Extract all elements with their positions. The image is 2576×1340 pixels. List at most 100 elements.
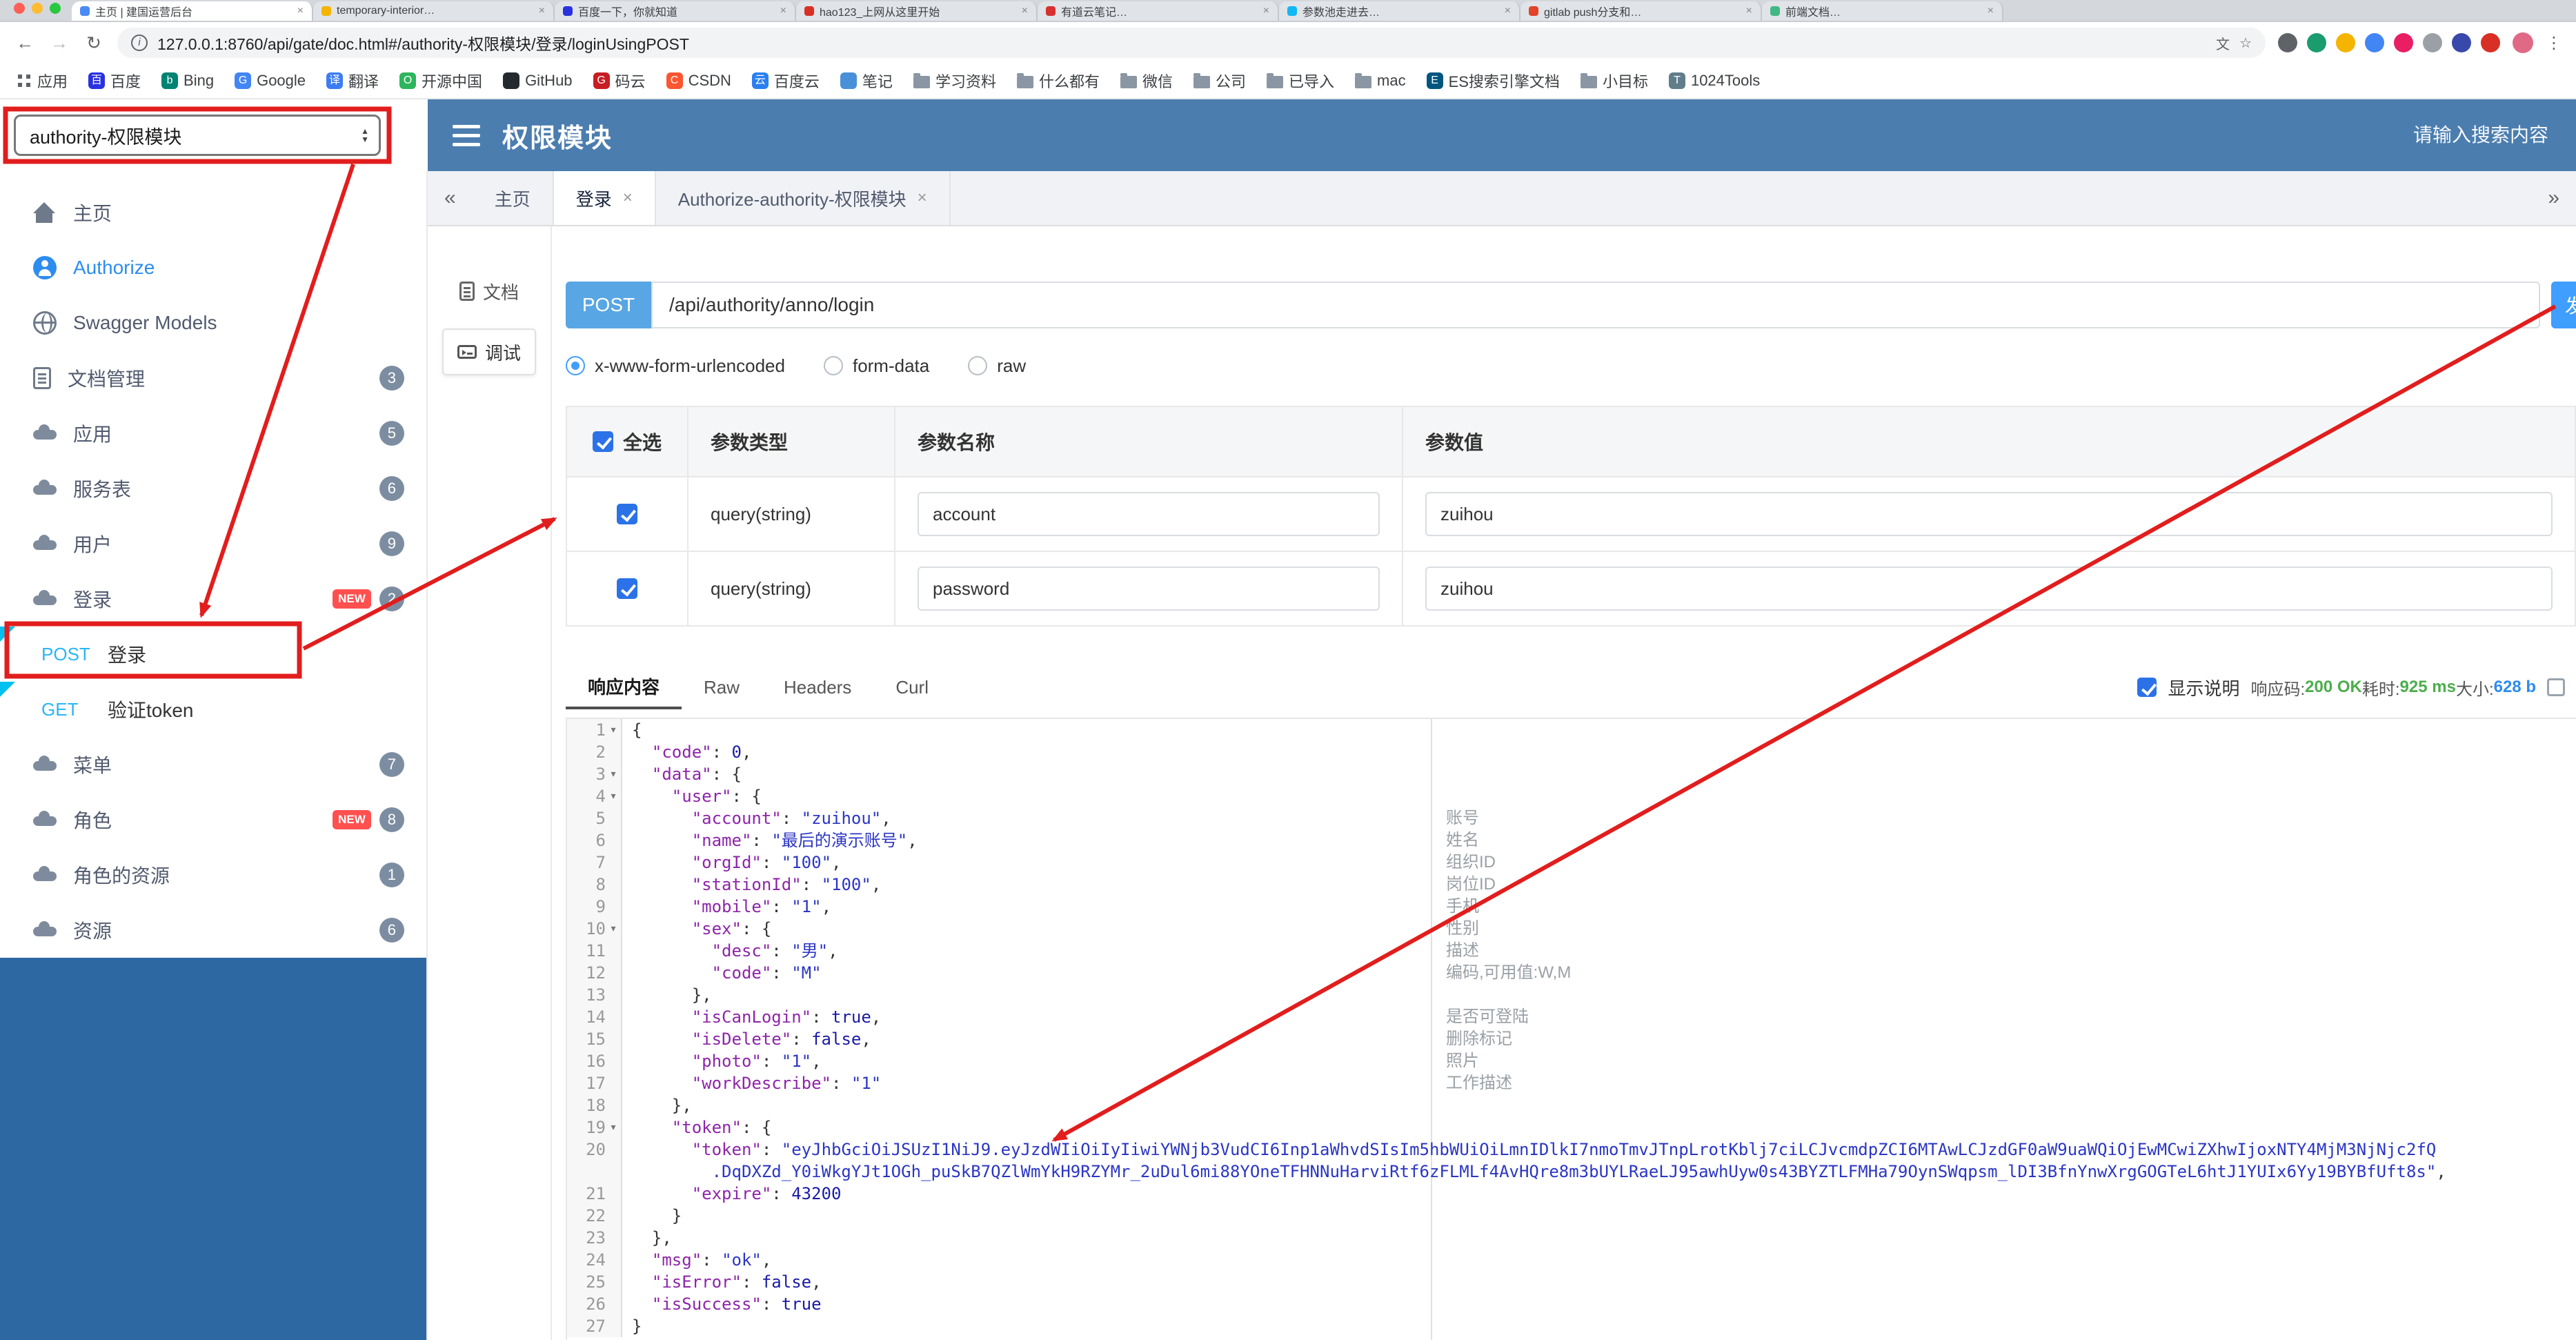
bookmark-star-icon[interactable]: ☆	[2239, 35, 2252, 52]
address-omnibox[interactable]: i 127.0.0.1:8760/api/gate/doc.html#/auth…	[117, 28, 2266, 58]
bookmark-item[interactable]: C CSDN	[666, 72, 731, 90]
bookmark-item[interactable]: mac	[1355, 72, 1406, 90]
search-input[interactable]	[2344, 123, 2551, 148]
content-type-option[interactable]: raw	[968, 355, 1026, 377]
browser-tab[interactable]: gitlab push分支和… ×	[1520, 1, 1762, 21]
extension-icon[interactable]	[2481, 33, 2500, 52]
bookmark-item[interactable]: 云百度云	[751, 70, 820, 92]
tab-close-icon[interactable]: ×	[1988, 5, 1994, 17]
browser-menu-icon[interactable]: ⋮	[2546, 33, 2562, 53]
bookmark-item[interactable]: G Google	[235, 72, 306, 90]
bookmark-item[interactable]: G 码云	[593, 70, 646, 92]
show-desc-checkbox[interactable]	[2137, 678, 2157, 697]
bookmark-item[interactable]: 应用	[17, 70, 68, 92]
browser-tab[interactable]: 参数池走进去… ×	[1279, 1, 1520, 21]
response-tab[interactable]: 响应内容	[566, 665, 682, 709]
browser-tab[interactable]: temporary-interior… ×	[313, 1, 555, 21]
tab-close-icon[interactable]: ×	[918, 188, 927, 208]
bookmark-item[interactable]: O 开源中国	[399, 70, 482, 92]
minimize-window-icon[interactable]	[32, 3, 43, 14]
checkbox-icon[interactable]	[617, 578, 637, 599]
checkbox-icon[interactable]	[617, 504, 637, 524]
tab-close-icon[interactable]: ×	[1022, 5, 1028, 17]
extension-icon[interactable]	[2336, 33, 2355, 52]
param-name-input[interactable]	[918, 492, 1380, 536]
request-url-input[interactable]	[651, 282, 2540, 328]
param-value-input[interactable]	[1425, 566, 2553, 611]
bookmark-item[interactable]: GitHub	[503, 72, 573, 90]
sidebar-item[interactable]: 角色的资源 1	[0, 847, 426, 903]
site-info-icon[interactable]: i	[131, 35, 148, 51]
bookmark-item[interactable]: 译翻译	[326, 70, 379, 92]
fold-icon[interactable]: ▾	[606, 785, 621, 807]
sidebar-item[interactable]: 应用 5	[0, 406, 426, 461]
response-tab[interactable]: Curl	[873, 665, 951, 709]
sidebar-item[interactable]: 菜单 7	[0, 737, 426, 792]
sidebar-item[interactable]: 角色 NEW 8	[0, 792, 426, 847]
sidebar-api-item-post[interactable]: POST 登录	[0, 627, 426, 682]
extension-icon[interactable]	[2452, 33, 2471, 52]
tab-close-icon[interactable]: ×	[623, 188, 633, 208]
tab-close-icon[interactable]: ×	[780, 5, 786, 17]
fold-icon[interactable]: ▾	[606, 1116, 621, 1139]
window-controls[interactable]	[6, 0, 72, 21]
extension-icon[interactable]	[2278, 33, 2297, 52]
translate-icon[interactable]: 文	[2216, 33, 2230, 53]
url-text[interactable]: 127.0.0.1:8760/api/gate/doc.html#/author…	[157, 31, 2206, 55]
bookmark-item[interactable]: E ES搜索引擎文档	[1426, 70, 1560, 92]
extension-icon[interactable]	[2423, 33, 2442, 52]
bookmark-item[interactable]: 学习资料	[913, 70, 996, 92]
module-select[interactable]: authority-权限模块 ▲ ▼	[14, 115, 381, 156]
tab-document[interactable]: 文档	[442, 268, 536, 315]
content-type-option[interactable]: x-www-form-urlencoded	[566, 355, 785, 377]
bookmark-item[interactable]: 笔记	[840, 70, 893, 92]
tab-close-icon[interactable]: ×	[1505, 5, 1511, 17]
response-tab[interactable]: Raw	[682, 665, 762, 709]
profile-avatar[interactable]	[2513, 32, 2533, 53]
browser-tab[interactable]: 百度一下，你就知道 ×	[555, 1, 796, 21]
zoom-window-icon[interactable]	[50, 3, 61, 14]
content-tab[interactable]: Authorize-authority-权限模块 ×	[656, 171, 951, 225]
forward-icon[interactable]: →	[48, 32, 70, 54]
sidebar-item[interactable]: 资源 6	[0, 903, 426, 958]
back-icon[interactable]: ←	[14, 32, 36, 54]
tab-close-icon[interactable]: ×	[1746, 5, 1752, 17]
browser-tab[interactable]: 前端文档… ×	[1762, 1, 2003, 21]
param-value-input[interactable]	[1425, 492, 2553, 536]
bookmark-item[interactable]: T 1024Tools	[1668, 72, 1760, 90]
bookmark-item[interactable]: 已导入	[1267, 70, 1334, 92]
sidebar-item[interactable]: 服务表 6	[0, 461, 426, 516]
fold-icon[interactable]: ▾	[606, 763, 621, 785]
send-button[interactable]: 发送	[2551, 282, 2576, 328]
close-window-icon[interactable]	[14, 3, 25, 14]
sidebar-item[interactable]: 文档管理 3	[0, 351, 426, 406]
sidebar-item[interactable]: 主页	[0, 185, 426, 240]
sidebar-item[interactable]: 登录 NEW 2	[0, 571, 426, 627]
sidebar-item[interactable]: Authorize	[0, 240, 426, 295]
bookmark-item[interactable]: 微信	[1120, 70, 1173, 92]
fold-icon[interactable]: ▾	[606, 719, 621, 741]
content-tab[interactable]: 主页	[473, 171, 554, 225]
tab-debug[interactable]: 调试	[442, 328, 536, 375]
browser-tab[interactable]: 有道云笔记… ×	[1038, 1, 1279, 21]
browser-tab[interactable]: 主页 | 建国运营后台 ×	[72, 1, 313, 21]
response-tab[interactable]: Headers	[762, 665, 873, 709]
select-all-checkbox[interactable]	[592, 431, 613, 452]
fold-icon[interactable]: ▾	[606, 918, 621, 940]
extension-icon[interactable]	[2394, 33, 2413, 52]
bookmark-item[interactable]: 小目标	[1580, 70, 1648, 92]
expand-tabs-icon[interactable]: »	[2531, 171, 2576, 225]
content-type-option[interactable]: form-data	[823, 355, 929, 377]
extension-icon[interactable]	[2365, 33, 2384, 52]
response-body-editor[interactable]: 1 ▾{2 "code": 0, 3 ▾ "data": {4 ▾ "user": {5…	[566, 718, 2576, 1340]
sidebar-item[interactable]: 用户 9	[0, 516, 426, 571]
bookmark-item[interactable]: 什么都有	[1016, 70, 1100, 92]
tab-close-icon[interactable]: ×	[539, 5, 545, 17]
tab-close-icon[interactable]: ×	[297, 5, 304, 17]
reload-icon[interactable]: ↻	[83, 32, 105, 54]
sidebar-api-item-get[interactable]: GET 验证token	[0, 682, 426, 737]
bookmark-item[interactable]: b Bing	[161, 72, 214, 90]
hamburger-menu-icon[interactable]	[453, 124, 480, 146]
extension-icon[interactable]	[2307, 33, 2326, 52]
bookmark-item[interactable]: 公司	[1193, 70, 1246, 92]
